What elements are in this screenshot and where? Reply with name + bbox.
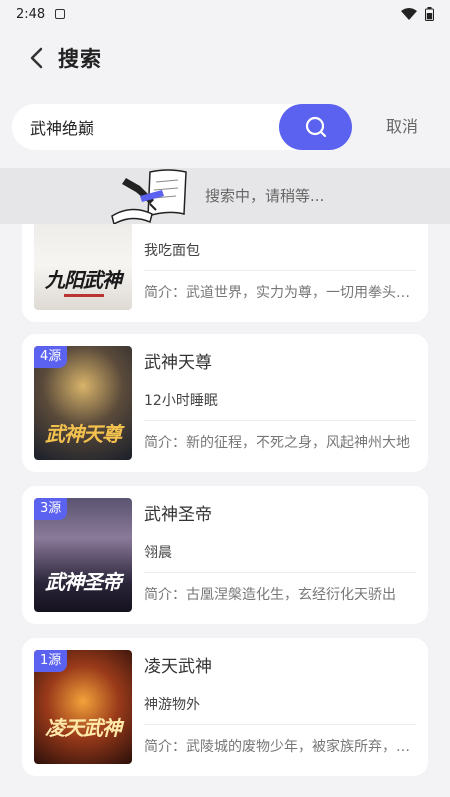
divider [144,724,416,725]
book-cover: 武神天尊 4源 [34,346,132,460]
book-title: 武神天尊 [144,353,212,373]
search-row: 取消 [12,104,438,150]
loading-text: 搜索中，请稍等... [205,187,325,205]
book-intro: 简介：古凰涅槃造化生，玄经衍化天骄出 [144,587,396,603]
book-title: 凌天武神 [144,657,212,677]
divider [144,420,416,421]
title-bar: 搜索 [0,36,450,80]
book-card[interactable]: 武神圣帝 3源 武神圣帝 翎晨 简介：古凰涅槃造化生，玄经衍化天骄出 [22,486,428,624]
cover-title-text: 武神圣帝 [45,570,122,594]
book-author: 我吃面包 [144,243,200,259]
writing-scroll-illustration [111,169,187,226]
book-cover: 凌天武神 1源 [34,650,132,764]
back-button[interactable] [14,36,58,80]
divider [144,270,416,271]
book-intro: 简介：武道世界，实力为尊，一切用拳头说话 [144,285,410,301]
book-card[interactable]: 凌天武神 1源 凌天武神 神游物外 简介：武陵城的废物少年，被家族所弃，意外获得 [22,638,428,776]
cover-title-text: 凌天武神 [45,716,122,740]
search-button[interactable] [279,104,352,150]
cover-seal [64,294,104,297]
loading-bar: 搜索中，请稍等... [0,168,450,226]
cancel-button[interactable]: 取消 [386,104,418,150]
wifi-icon [401,8,417,20]
cover-title-text: 武神天尊 [45,422,122,446]
source-badge: 1源 [34,650,68,672]
search-input[interactable] [30,104,270,150]
chevron-left-icon [30,47,43,69]
book-author: 翎晨 [144,545,172,561]
search-icon [305,116,326,138]
book-intro: 简介：新的征程，不死之身，风起神州大地 [144,435,410,451]
book-card[interactable]: 武神天尊 4源 武神天尊 12小时睡眠 简介：新的征程，不死之身，风起神州大地 [22,334,428,472]
status-bar: 2:48 [0,0,450,28]
divider [144,572,416,573]
book-author: 12小时睡眠 [144,393,218,409]
notification-icon [55,9,66,19]
book-title: 武神圣帝 [144,505,212,525]
search-result-list[interactable]: 九阳武神 我吃面包 简介：武道世界，实力为尊，一切用拳头说话 武神天尊 4源 武… [0,224,450,797]
page-title: 搜索 [58,47,102,71]
search-field [12,104,352,150]
book-intro: 简介：武陵城的废物少年，被家族所弃，意外获得 [144,739,410,755]
battery-icon [425,7,434,21]
book-cover: 武神圣帝 3源 [34,498,132,612]
source-badge: 3源 [34,498,68,520]
book-card[interactable]: 九阳武神 我吃面包 简介：武道世界，实力为尊，一切用拳头说话 [22,224,428,322]
book-author: 神游物外 [144,697,200,713]
cover-title-text: 九阳武神 [45,268,122,292]
source-badge: 4源 [34,346,68,368]
status-time: 2:48 [16,6,46,22]
book-cover: 九阳武神 [34,224,132,310]
